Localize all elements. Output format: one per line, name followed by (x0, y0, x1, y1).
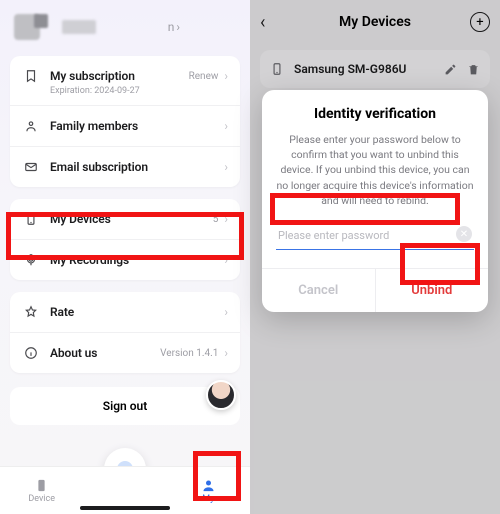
profile-header[interactable]: n› (0, 0, 250, 50)
menu-email-subscription[interactable]: Email subscription › (10, 146, 240, 187)
device-icon (22, 212, 40, 226)
chevron-right-icon: › (224, 69, 228, 83)
username-blur (62, 20, 96, 34)
clear-input-icon[interactable]: ✕ (456, 226, 472, 242)
star-icon (22, 305, 40, 319)
menu-my-subscription[interactable]: My subscription Expiration: 2024-09-27 R… (10, 56, 240, 105)
label: My (202, 494, 214, 504)
device-count: 5 (213, 214, 219, 225)
my-devices-screen: ‹ My Devices + Samsung SM-G986U Identity… (250, 0, 500, 514)
password-input[interactable] (276, 222, 474, 250)
identity-verification-modal: Identity verification Please enter your … (262, 90, 488, 312)
renew-hint: Renew (189, 71, 219, 82)
chevron-right-icon: › (224, 253, 228, 267)
label: Family members (50, 119, 138, 133)
modal-title: Identity verification (276, 106, 474, 122)
label: About us (50, 346, 97, 360)
label: Email subscription (50, 160, 148, 174)
bookmark-icon (22, 69, 40, 83)
label: Rate (50, 305, 74, 319)
version-text: Version 1.4.1 (160, 348, 218, 359)
chevron-right-icon: › (224, 160, 228, 174)
expiration-text: Expiration: 2024-09-27 (50, 86, 140, 96)
menu-card-3: Rate › About us Version 1.4.1 › (10, 292, 240, 373)
tab-my[interactable]: My (167, 467, 250, 514)
settings-screen: n› My subscription Expiration: 2024-09-2… (0, 0, 250, 514)
menu-family-members[interactable]: Family members › (10, 105, 240, 146)
mail-icon (22, 160, 40, 174)
info-icon (22, 346, 40, 360)
label: My Recordings (50, 253, 129, 267)
profile-chevron: n› (168, 20, 180, 34)
menu-my-recordings[interactable]: My Recordings › (10, 239, 240, 280)
chevron-right-icon: › (224, 346, 228, 360)
label: My subscription (50, 69, 135, 83)
modal-actions: Cancel Unbind (262, 268, 488, 312)
unbind-button[interactable]: Unbind (376, 269, 489, 312)
tab-device[interactable]: Device (0, 467, 83, 514)
menu-card-1: My subscription Expiration: 2024-09-27 R… (10, 56, 240, 187)
menu-my-devices[interactable]: My Devices 5 › (10, 199, 240, 239)
menu-card-2: My Devices 5 › My Recordings › (10, 199, 240, 280)
label: Sign out (103, 399, 147, 413)
device-tab-icon (34, 478, 49, 493)
label: Device (28, 494, 55, 504)
label: My Devices (50, 212, 111, 226)
avatar-blur-small (34, 14, 48, 28)
tab-bar: Device My (0, 444, 250, 514)
menu-rate[interactable]: Rate › (10, 292, 240, 332)
chevron-right-icon: › (224, 305, 228, 319)
menu-about-us[interactable]: About us Version 1.4.1 › (10, 332, 240, 373)
chevron-right-icon: › (224, 212, 228, 226)
person-tab-icon (201, 478, 216, 493)
mic-icon (22, 253, 40, 267)
family-icon (22, 119, 40, 133)
modal-body: Please enter your password below to conf… (276, 132, 474, 208)
home-indicator (80, 506, 170, 510)
chevron-right-icon: › (224, 119, 228, 133)
cancel-button[interactable]: Cancel (262, 269, 376, 312)
support-avatar[interactable] (206, 380, 236, 410)
